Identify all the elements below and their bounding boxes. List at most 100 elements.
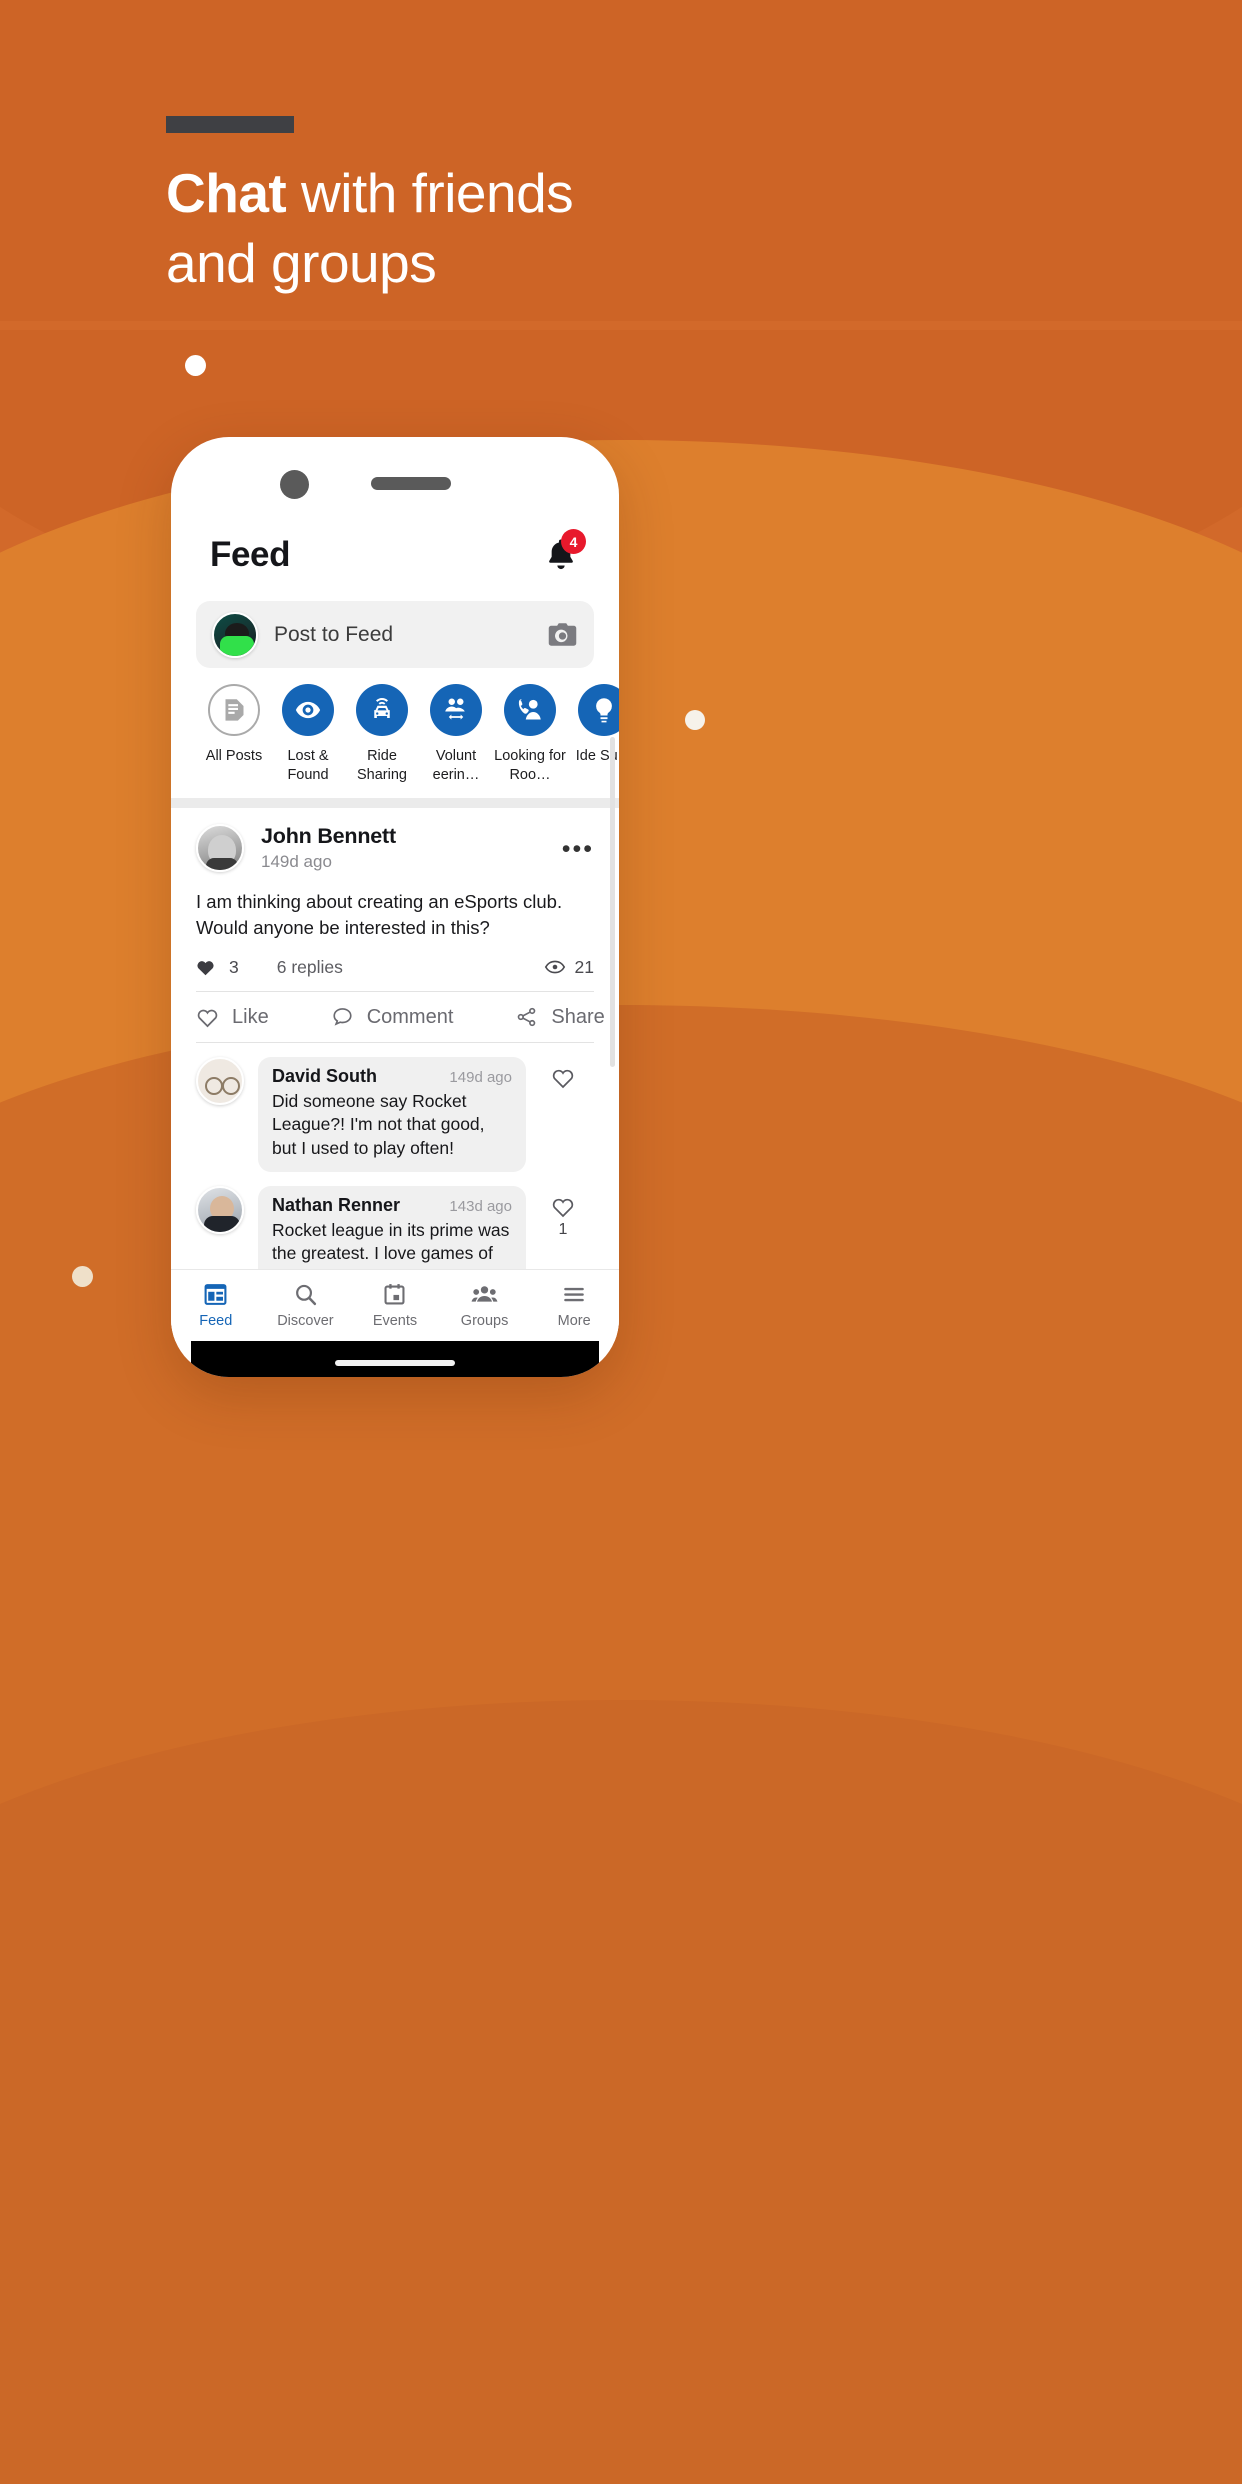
search-icon bbox=[295, 1284, 317, 1306]
comment-text: Did someone say Rocket League?! I'm not … bbox=[272, 1090, 485, 1158]
document-icon bbox=[225, 698, 243, 721]
comment-row: David South 149d ago Did someone say Roc… bbox=[196, 1043, 594, 1172]
idea-icon bbox=[596, 698, 612, 723]
comment-bubble: David South 149d ago Did someone say Roc… bbox=[258, 1056, 526, 1172]
menu-icon bbox=[564, 1287, 584, 1302]
comment-author[interactable]: Nathan Renner bbox=[272, 1195, 400, 1216]
page-title: Chat with friends and groups bbox=[166, 162, 986, 294]
tab-label: Events bbox=[372, 1313, 418, 1329]
comment-header: Nathan Renner 143d ago bbox=[272, 1195, 512, 1216]
avatar[interactable] bbox=[196, 1056, 244, 1105]
category-item-looking-for-roommate[interactable]: Looking for Roo… bbox=[493, 684, 567, 784]
heart-filled-icon bbox=[197, 960, 214, 975]
category-item-all-posts[interactable]: All Posts bbox=[197, 684, 271, 784]
eye-outline-icon bbox=[544, 960, 565, 974]
avatar bbox=[212, 611, 258, 658]
section-divider bbox=[171, 798, 619, 809]
feed-icon bbox=[204, 1284, 227, 1305]
comment-label: Comment bbox=[366, 1005, 454, 1028]
person-call-icon bbox=[518, 699, 541, 720]
post-options-button[interactable]: ••• bbox=[562, 824, 594, 862]
hero-rule bbox=[166, 116, 294, 133]
post-author[interactable]: John Bennett bbox=[261, 824, 545, 849]
post-view-count-group: 21 bbox=[544, 957, 594, 978]
category-item-lost-and-found[interactable]: Lost & Found bbox=[271, 684, 345, 784]
share-label: Share bbox=[551, 1005, 605, 1028]
hero-title-rest: with friends bbox=[286, 162, 574, 224]
category-filter-row[interactable]: All Posts Lost & Found Ride Sharing Volu… bbox=[197, 668, 619, 784]
phone-mockup: Feed 4 Post to Feed All Posts Lost & Fou… bbox=[171, 437, 619, 1377]
tab-discover[interactable]: Discover bbox=[261, 1282, 351, 1329]
heart-icon bbox=[552, 1198, 574, 1217]
comment-author[interactable]: David South bbox=[272, 1066, 377, 1087]
comment-like-button[interactable]: 1 bbox=[540, 1186, 586, 1239]
post-timestamp: 149d ago bbox=[261, 852, 332, 872]
post-like-count: 3 bbox=[229, 956, 239, 977]
comment-like-count: 1 bbox=[558, 1220, 568, 1238]
category-icon-wrapper bbox=[356, 684, 408, 736]
comment-like-button[interactable] bbox=[540, 1057, 586, 1092]
like-label: Like bbox=[232, 1005, 269, 1028]
decor-dot-white-right bbox=[685, 710, 705, 730]
post-reply-count[interactable]: 6 replies bbox=[277, 957, 343, 978]
home-indicator[interactable] bbox=[335, 1360, 455, 1366]
category-label: All Posts bbox=[205, 748, 263, 764]
post-composer[interactable]: Post to Feed bbox=[196, 601, 594, 668]
bottom-navigation: Feed Discover Events Groups More bbox=[171, 1269, 619, 1341]
post-stats: 3 6 replies 21 bbox=[196, 942, 594, 991]
category-icon-wrapper bbox=[504, 684, 556, 736]
notification-badge: 4 bbox=[561, 529, 586, 554]
app-header: Feed 4 bbox=[171, 437, 619, 575]
hero-section: Chat with friends and groups bbox=[166, 116, 986, 293]
calendar-icon bbox=[384, 1284, 405, 1305]
heart-icon bbox=[552, 1069, 574, 1088]
tab-label: Feed bbox=[199, 1313, 233, 1329]
post-body: I am thinking about creating an eSports … bbox=[196, 891, 563, 939]
share-button[interactable]: Share bbox=[515, 1005, 605, 1029]
category-icon-wrapper bbox=[578, 684, 619, 736]
category-item-volunteering[interactable]: Volunt eerin… bbox=[419, 684, 493, 784]
post-view-count: 21 bbox=[574, 956, 594, 977]
decor-dot-white-large bbox=[185, 355, 206, 376]
hero-title-strong: Chat bbox=[166, 162, 287, 224]
screen-title: Feed bbox=[210, 535, 291, 574]
tab-feed[interactable]: Feed bbox=[171, 1282, 261, 1329]
eye-icon bbox=[295, 701, 321, 719]
post-composer-placeholder: Post to Feed bbox=[274, 622, 394, 646]
hero-title-line2: and groups bbox=[166, 231, 437, 294]
avatar[interactable] bbox=[196, 824, 244, 873]
post-header: John Bennett 149d ago ••• bbox=[196, 808, 594, 873]
tab-groups[interactable]: Groups bbox=[440, 1282, 530, 1329]
category-icon-wrapper bbox=[430, 684, 482, 736]
post-meta: John Bennett 149d ago bbox=[261, 824, 545, 872]
comment-header: David South 149d ago bbox=[272, 1066, 512, 1087]
camera-icon[interactable] bbox=[547, 622, 578, 647]
tab-label: Discover bbox=[277, 1313, 334, 1329]
groups-icon bbox=[471, 1286, 498, 1302]
tab-label: Groups bbox=[460, 1313, 509, 1329]
notifications-button[interactable]: 4 bbox=[542, 529, 586, 575]
scrollbar[interactable] bbox=[610, 737, 615, 1067]
decor-dot-cream-left bbox=[72, 1266, 93, 1287]
category-item-ride-sharing[interactable]: Ride Sharing bbox=[345, 684, 419, 784]
like-button[interactable]: Like bbox=[196, 1006, 269, 1029]
app-screen: Feed 4 Post to Feed All Posts Lost & Fou… bbox=[171, 437, 619, 1377]
car-icon bbox=[374, 698, 390, 718]
category-label: Volunt eerin… bbox=[432, 748, 480, 783]
tab-events[interactable]: Events bbox=[350, 1282, 440, 1329]
home-indicator-bar bbox=[191, 1341, 599, 1377]
share-icon bbox=[518, 1007, 536, 1027]
avatar[interactable] bbox=[196, 1185, 244, 1234]
tab-label: More bbox=[557, 1313, 591, 1329]
category-icon-wrapper bbox=[282, 684, 334, 736]
people-exchange-icon bbox=[445, 698, 465, 720]
comment-timestamp: 143d ago bbox=[449, 1197, 512, 1215]
comment-icon bbox=[333, 1008, 352, 1026]
category-icon-wrapper bbox=[208, 684, 260, 736]
post-actions: Like Comment Share bbox=[196, 992, 605, 1042]
bg-wave-four bbox=[0, 1700, 1242, 2000]
comment-button[interactable]: Comment bbox=[331, 1005, 454, 1029]
category-label: Ride Sharing bbox=[357, 748, 407, 783]
comment-timestamp: 149d ago bbox=[449, 1068, 512, 1086]
tab-more[interactable]: More bbox=[529, 1282, 619, 1329]
